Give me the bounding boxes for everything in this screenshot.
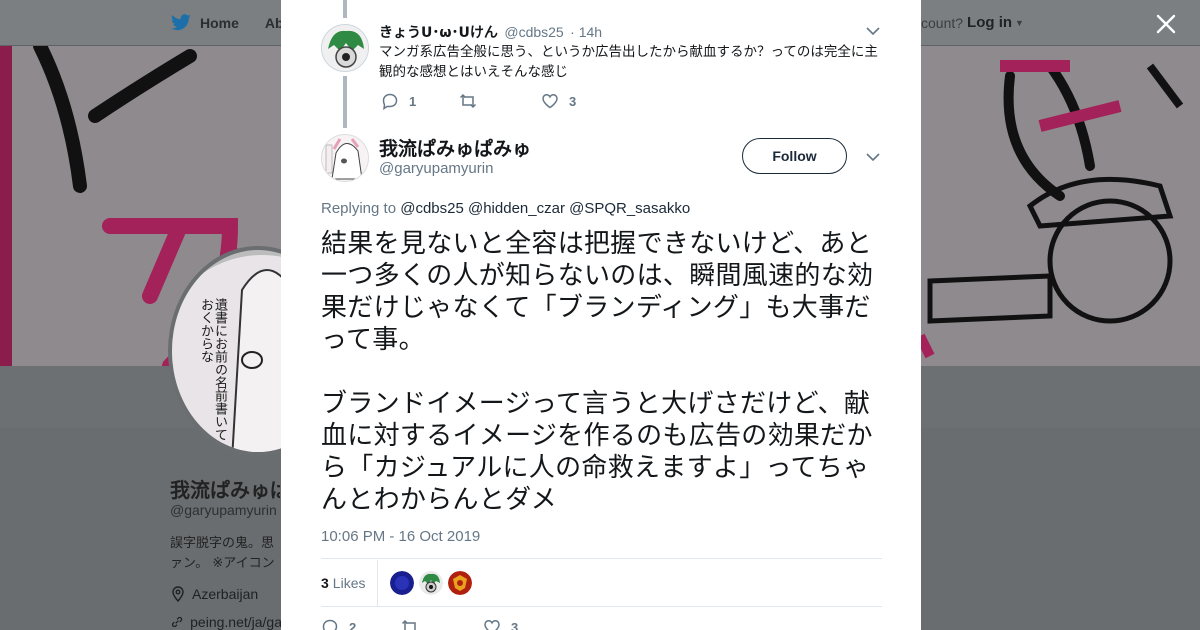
reply-action[interactable]: 1 <box>381 92 459 110</box>
primary-nav: Home Abo <box>170 14 292 32</box>
profile-website[interactable]: peing.net/ja/ga <box>170 614 282 630</box>
tweet-text: 結果を見ないと全容は把握できないけど、あと一つ多くの人が知らないのは、瞬間風速的… <box>321 229 874 515</box>
liker-avatar[interactable] <box>419 571 444 595</box>
previous-tweet-handle[interactable]: @cdbs25 <box>504 24 563 40</box>
divider <box>321 558 882 559</box>
reply-count: 2 <box>349 619 357 630</box>
reply-icon <box>322 619 338 630</box>
tweet-actions: 2 3 <box>321 618 518 630</box>
profile-name: 我流ぱみゅぱみゅ <box>170 478 280 502</box>
tweet-author-name[interactable]: 我流ぱみゅぱみゅ <box>379 134 531 161</box>
tweet-author-avatar[interactable] <box>321 134 369 182</box>
heart-icon <box>484 620 500 630</box>
likes-count-link[interactable]: 3 Likes <box>321 560 379 606</box>
like-action[interactable]: 3 <box>483 618 518 630</box>
retweet-action[interactable] <box>401 618 483 630</box>
tweet-timestamp[interactable]: 10:06 PM - 16 Oct 2019 <box>321 528 480 545</box>
reply-mentions[interactable]: @cdbs25 @hidden_czar @SPQR_sasakko <box>400 200 690 217</box>
reply-action[interactable]: 2 <box>321 618 401 630</box>
replying-to-label: Replying to <box>321 200 397 217</box>
twitter-bird-icon <box>171 14 191 31</box>
profile-handle: @garyupamyurin <box>170 502 277 518</box>
avatar-illustration <box>322 25 368 71</box>
replying-to: Replying to @cdbs25 @hidden_czar @SPQR_s… <box>321 200 690 217</box>
bio-line: 誤字脱字の鬼。思 <box>170 536 275 551</box>
location-pin-icon <box>172 586 184 602</box>
tweet-author-handle[interactable]: @garyupamyurin <box>379 160 493 177</box>
follow-button[interactable]: Follow <box>742 138 847 174</box>
caret-down-icon[interactable]: ▼ <box>1015 18 1024 28</box>
heart-icon <box>542 94 558 109</box>
previous-tweet-actions: 1 3 <box>381 92 576 110</box>
liker-avatar[interactable] <box>390 571 415 595</box>
chevron-down-icon[interactable] <box>866 26 880 36</box>
nav-home-link[interactable]: Home <box>200 15 239 31</box>
liker-avatar[interactable] <box>448 571 473 595</box>
retweet-action[interactable] <box>459 92 541 110</box>
avatar-caption: 遺書にお前の名前書いておくからな <box>198 298 227 441</box>
tweet-permalink-modal: きょうU･ω･Uけん @cdbs25 · 14h マンガ系広告全般に思う、という… <box>281 0 921 630</box>
login-button[interactable]: Log in <box>967 14 1012 31</box>
retweet-icon <box>401 619 417 630</box>
website-link[interactable]: peing.net/ja/ga <box>190 614 282 630</box>
bio-line: ァン。 ※アイコン <box>170 556 275 571</box>
close-icon[interactable] <box>1152 10 1180 38</box>
avatar-illustration <box>322 135 368 181</box>
thread-connector <box>343 0 347 18</box>
previous-tweet-avatar[interactable] <box>321 24 369 72</box>
location-text: Azerbaijan <box>192 586 259 602</box>
retweet-icon <box>459 93 477 109</box>
likes-label: Likes <box>332 575 366 591</box>
account-area: ccount? Log in ▼ <box>914 14 1024 31</box>
likes-number: 3 <box>321 575 329 591</box>
reply-count: 1 <box>409 93 417 109</box>
previous-tweet-time[interactable]: · 14h <box>570 24 602 40</box>
reply-icon <box>382 93 398 110</box>
chevron-down-icon[interactable] <box>866 152 880 162</box>
link-icon <box>171 616 183 628</box>
like-count: 3 <box>511 619 519 630</box>
thread-connector <box>343 76 347 128</box>
likes-row: 3 Likes <box>321 560 882 606</box>
profile-location: Azerbaijan <box>170 586 258 602</box>
likers-avatars <box>390 571 477 595</box>
divider <box>321 606 882 607</box>
profile-bio: 誤字脱字の鬼。思 ァン。 ※アイコン <box>170 534 282 574</box>
previous-tweet-name[interactable]: きょうU･ω･Uけん <box>379 25 498 41</box>
like-count: 3 <box>569 93 577 109</box>
previous-tweet-header: きょうU･ω･Uけん @cdbs25 · 14h <box>379 22 602 42</box>
have-account-text: ccount? <box>914 14 964 31</box>
previous-tweet-text: マンガ系広告全般に思う、というか広告出したから献血するか？ってのは完全に主観的な… <box>379 44 878 80</box>
like-action[interactable]: 3 <box>541 92 576 110</box>
